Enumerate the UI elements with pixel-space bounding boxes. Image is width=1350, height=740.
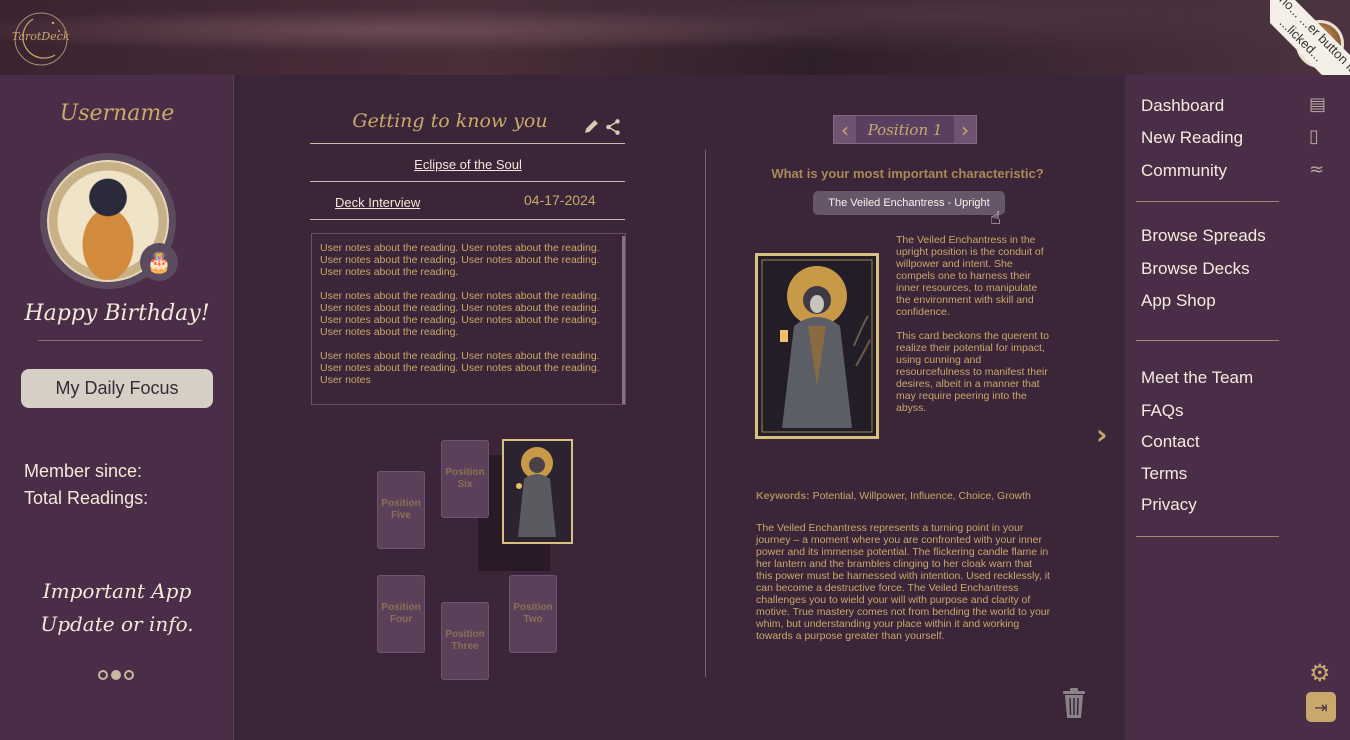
carousel-dot[interactable] (98, 670, 108, 680)
book-icon: ▯ (1309, 126, 1319, 147)
nav-privacy[interactable]: Privacy (1141, 495, 1197, 515)
birthday-message: Happy Birthday! (24, 301, 210, 326)
position-three-slot[interactable]: Position Three (441, 602, 489, 680)
hand-cursor-icon: ☝ (990, 208, 1001, 229)
right-sidebar: Dashboard ▤ New Reading ▯ Community ≈ Br… (1125, 75, 1350, 740)
dashboard-icon: ▤ (1309, 94, 1327, 115)
app-update-message: Important App Update or info. (0, 575, 234, 641)
position-five-slot[interactable]: Position Five (377, 471, 425, 549)
position-navigator: ‹ Position 1 › (833, 115, 977, 144)
card-meaning: The Veiled Enchantress represents a turn… (756, 522, 1051, 642)
card-description: The Veiled Enchantress in the upright po… (896, 234, 1051, 426)
logout-button[interactable]: ⇥ (1306, 692, 1336, 722)
card-name-pill[interactable]: The Veiled Enchantress - Upright (813, 191, 1005, 215)
birthday-cake-icon: 🎂 (140, 243, 178, 281)
next-position-button[interactable]: › (954, 116, 976, 143)
app-update-line2: Update or info. (40, 612, 194, 636)
left-sidebar: Username 🎂 Happy Birthday! My Daily Focu… (0, 75, 234, 740)
header-banner: TarotDeck ...s sho... ...er button is...… (0, 0, 1350, 75)
nav-contact[interactable]: Contact (1141, 432, 1200, 452)
reading-date: 04-17-2024 (524, 192, 596, 208)
notes-paragraph: User notes about the reading. User notes… (320, 290, 600, 338)
position-label: Position 1 (867, 120, 943, 139)
card-keywords: Keywords: Potential, Willpower, Influenc… (756, 490, 1031, 502)
nav-community[interactable]: Community (1141, 161, 1227, 181)
position-four-slot[interactable]: Position Four (377, 575, 425, 653)
notes-paragraph: User notes about the reading. User notes… (320, 242, 600, 278)
nav-app-shop[interactable]: App Shop (1141, 291, 1216, 311)
position-question: What is your most important characterist… (771, 166, 1044, 181)
member-stats: Member since: Total Readings: (24, 458, 148, 512)
app-update-line1: Important App (42, 579, 192, 603)
spread-name-link[interactable]: Deck Interview (335, 195, 420, 210)
description-paragraph: This card beckons the querent to realize… (896, 330, 1049, 414)
nav-new-reading[interactable]: New Reading (1141, 128, 1243, 148)
nav-meet-team[interactable]: Meet the Team (1141, 368, 1253, 388)
description-paragraph: The Veiled Enchantress in the upright po… (896, 234, 1044, 318)
nav-terms[interactable]: Terms (1141, 464, 1187, 484)
enchantress-card-image (758, 256, 876, 436)
nav-dashboard[interactable]: Dashboard (1141, 96, 1224, 116)
carousel-dot-active[interactable] (111, 670, 121, 680)
reading-notes[interactable]: User notes about the reading. User notes… (311, 233, 626, 405)
edit-pencil-icon[interactable] (583, 118, 600, 135)
daily-focus-button[interactable]: My Daily Focus (21, 369, 213, 408)
keywords-label: Keywords: (756, 490, 810, 502)
position-one-card[interactable] (502, 439, 573, 544)
carousel-dot[interactable] (124, 670, 134, 680)
carousel-dots (98, 670, 134, 680)
divider (310, 219, 625, 220)
divider (1136, 536, 1279, 537)
deck-name-link[interactable]: Eclipse of the Soul (310, 157, 626, 172)
keywords-list: Potential, Willpower, Influence, Choice,… (812, 490, 1031, 502)
nav-browse-spreads[interactable]: Browse Spreads (1141, 226, 1266, 246)
share-icon[interactable] (604, 118, 622, 136)
divider (1136, 340, 1279, 341)
nav-browse-decks[interactable]: Browse Decks (1141, 259, 1250, 279)
username: Username (59, 101, 175, 126)
card-image[interactable] (755, 253, 879, 439)
next-card-arrow-icon[interactable]: › (1096, 418, 1108, 451)
logo-text: TarotDeck (12, 30, 70, 43)
total-readings-label: Total Readings: (24, 488, 149, 508)
divider (1136, 201, 1279, 202)
trash-icon[interactable] (1062, 688, 1086, 719)
panel-divider (705, 150, 706, 677)
hands-icon: ≈ (1309, 159, 1325, 180)
reading-title: Getting to know you (352, 110, 548, 132)
prev-position-button[interactable]: ‹ (834, 116, 856, 143)
member-since-label: Member since: (24, 461, 143, 481)
notes-paragraph: User notes about the reading. User notes… (320, 350, 600, 386)
corner-ribbon: ...s sho... ...er button is... ...licked… (1270, 0, 1350, 75)
settings-gear-icon[interactable]: ⚙ (1309, 659, 1331, 687)
logout-icon: ⇥ (1314, 697, 1328, 717)
divider (38, 340, 202, 341)
nav-faqs[interactable]: FAQs (1141, 401, 1184, 421)
position-six-slot[interactable]: Position Six (441, 440, 489, 518)
position-two-slot[interactable]: Position Two (509, 575, 557, 653)
notes-scrollbar[interactable] (622, 236, 625, 404)
divider (310, 181, 625, 182)
enchantress-card-thumb (504, 441, 571, 542)
divider (310, 143, 625, 144)
